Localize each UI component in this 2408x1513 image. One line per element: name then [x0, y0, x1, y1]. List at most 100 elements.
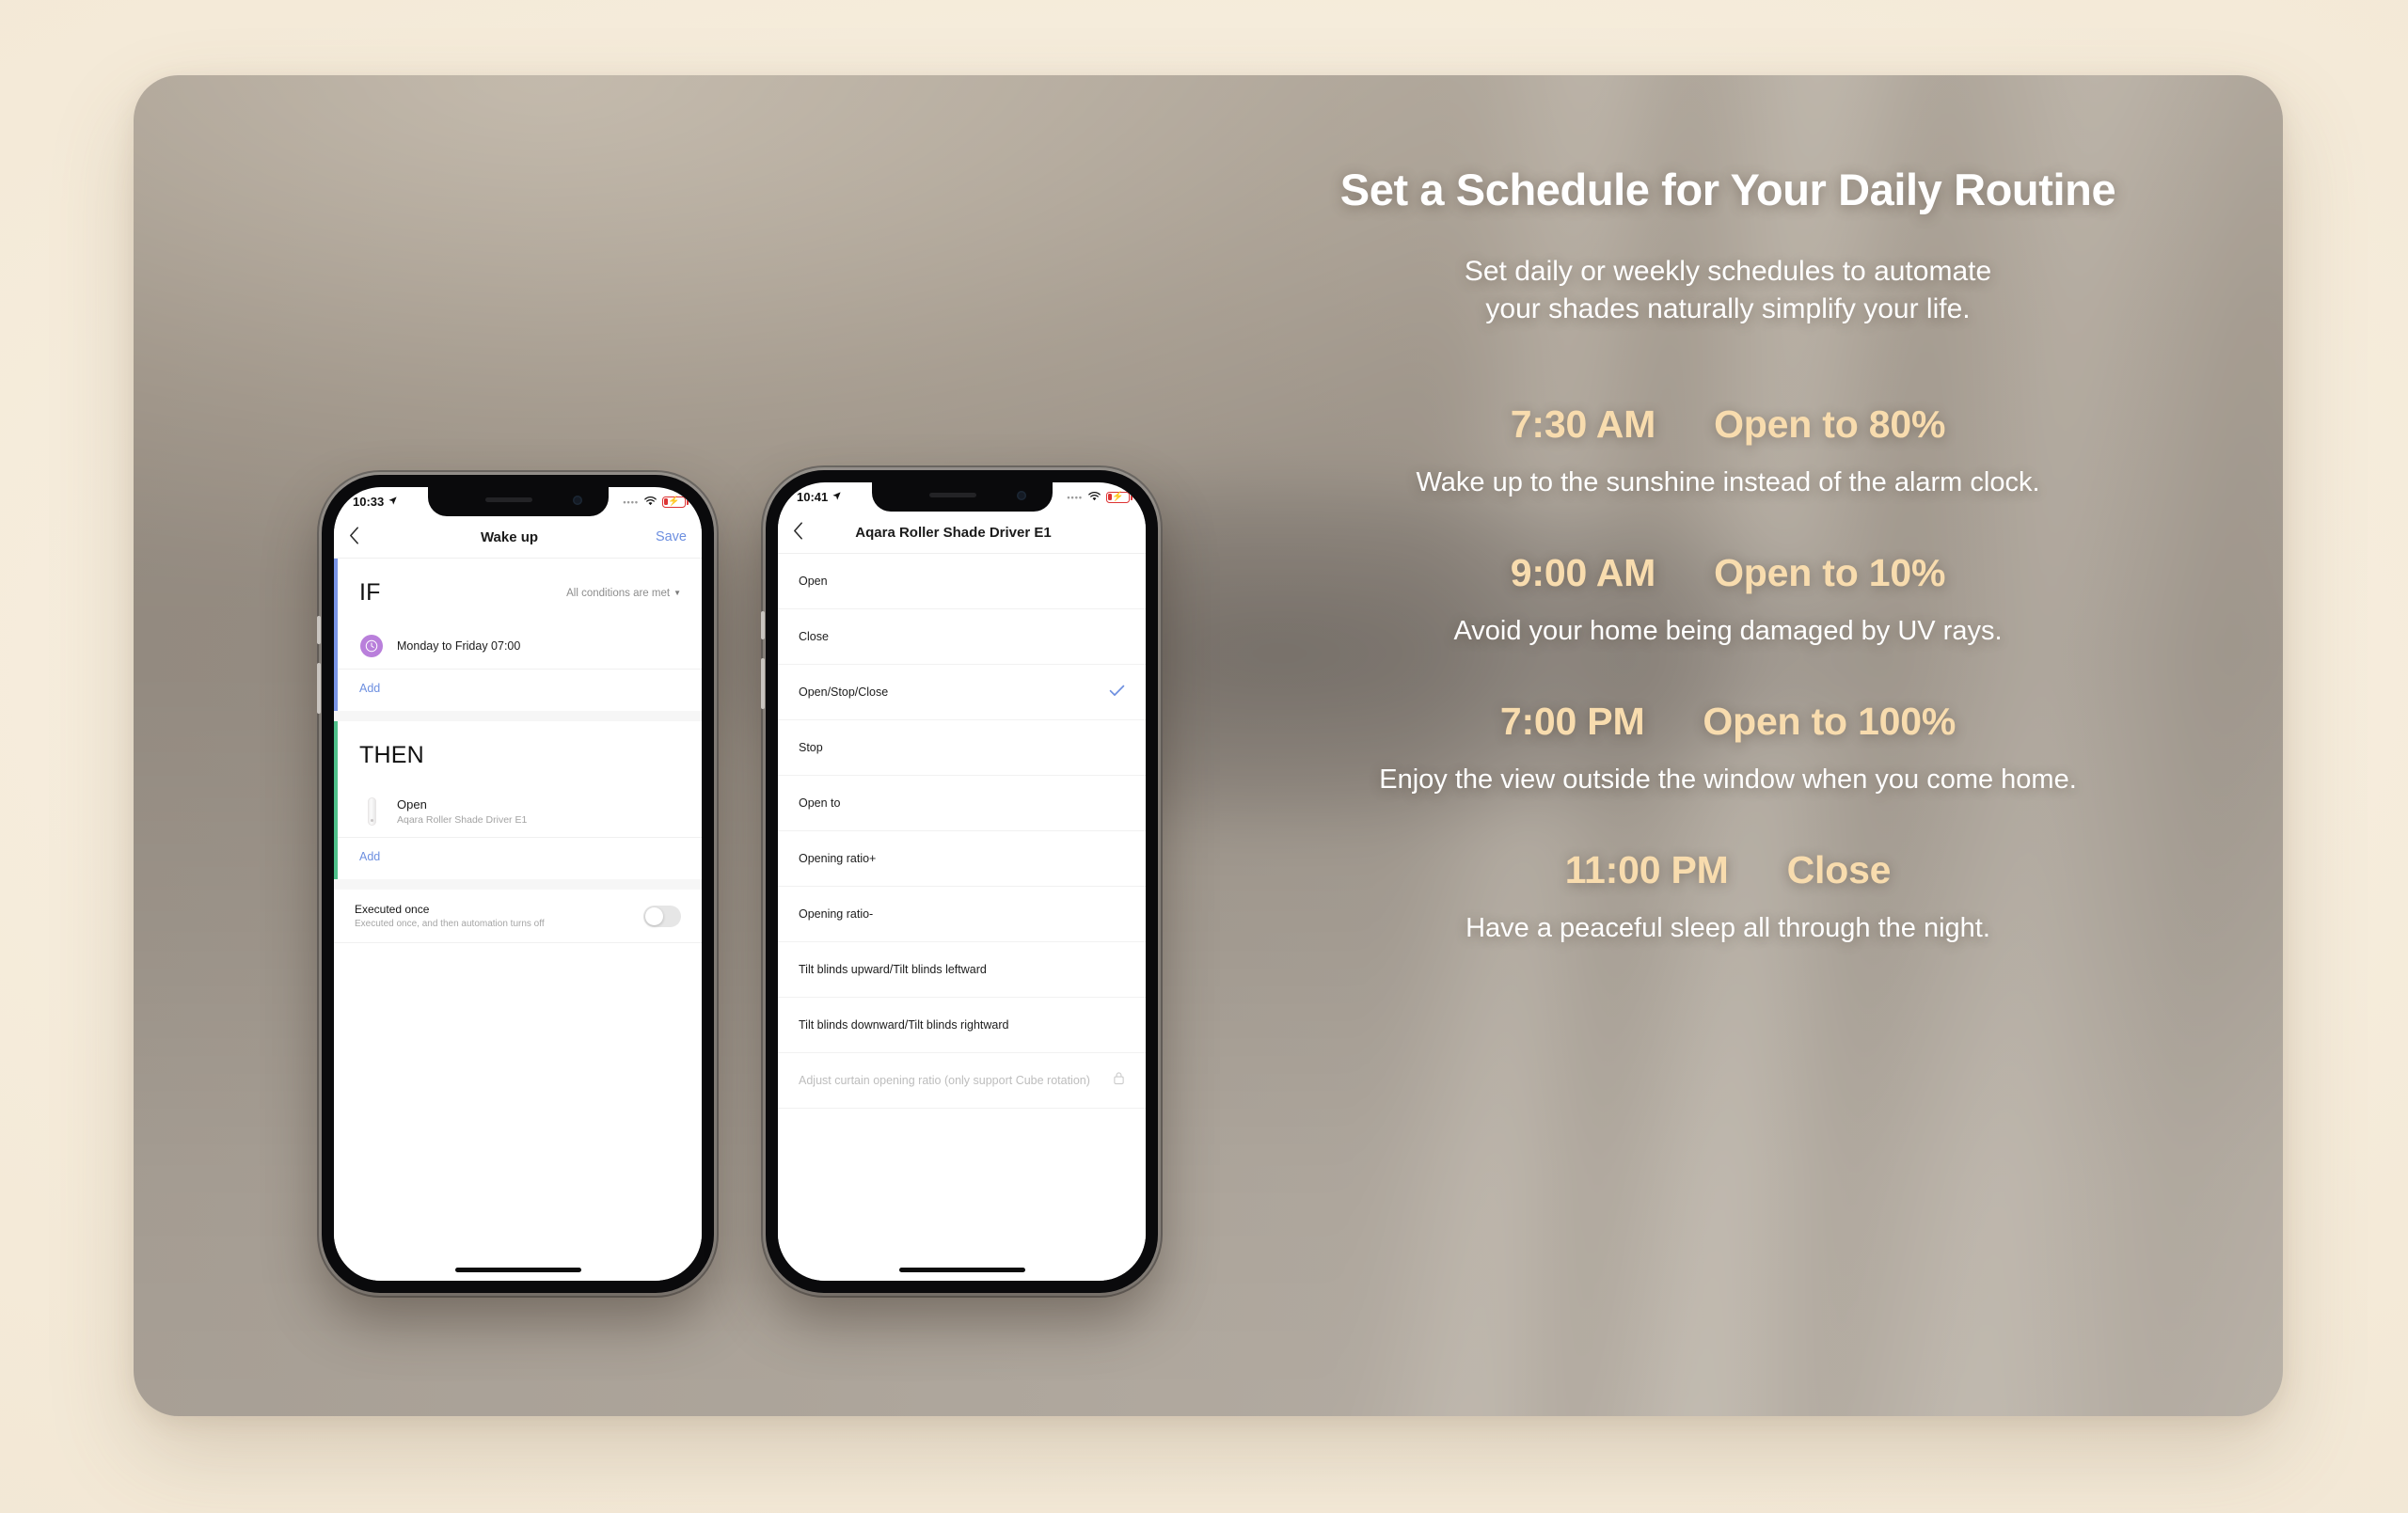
list-item[interactable]: Tilt blinds downward/Tilt blinds rightwa… [778, 998, 1146, 1053]
action-row[interactable]: Open Aqara Roller Shade Driver E1 [334, 786, 702, 838]
list-item-label: Opening ratio+ [799, 851, 877, 865]
lock-icon [1113, 1071, 1125, 1090]
then-label: THEN [359, 742, 424, 768]
action-title: Open [397, 797, 427, 812]
toggle-knob [645, 906, 663, 925]
schedule-action: Close [1786, 848, 1892, 892]
page-title: Wake up [480, 528, 539, 545]
then-section-header: THEN [334, 721, 702, 786]
list-item-label: Tilt blinds upward/Tilt blinds leftward [799, 962, 987, 976]
page-subtitle: Set daily or weekly schedules to automat… [1173, 253, 2283, 327]
save-button[interactable]: Save [643, 529, 687, 544]
action-text: Open Aqara Roller Shade Driver E1 [397, 797, 681, 826]
trigger-row[interactable]: Monday to Friday 07:00 [334, 623, 702, 670]
action-icon-wrap [359, 797, 384, 826]
status-left: 10:33 [353, 495, 398, 509]
if-add-button[interactable]: Add [334, 670, 702, 711]
schedule-time: 7:30 AM [1510, 402, 1656, 447]
schedule-description: Avoid your home being damaged by UV rays… [1453, 616, 2003, 647]
caret-down-icon: ▼ [673, 589, 681, 597]
schedule-action: Open to 10% [1714, 551, 1946, 595]
action-option-list: Open Close Open/Stop/Close Stop Open to … [778, 554, 1146, 1281]
section-divider [334, 879, 702, 890]
trigger-text: Monday to Friday 07:00 [397, 639, 681, 653]
executed-once-row[interactable]: Executed once Executed once, and then au… [334, 890, 702, 943]
list-item[interactable]: Open/Stop/Close [778, 665, 1146, 720]
trigger-icon-wrap [359, 635, 384, 657]
schedule-description: Have a peaceful sleep all through the ni… [1465, 913, 1990, 944]
list-item[interactable]: Open to [778, 776, 1146, 831]
phone2-nav-bar: Aqara Roller Shade Driver E1 [778, 512, 1146, 554]
executed-once-text: Executed once Executed once, and then au… [355, 903, 545, 929]
schedule-item: 9:00 AM Open to 10% Avoid your home bein… [1173, 551, 2283, 647]
location-arrow-icon [388, 495, 398, 509]
phone1-nav-bar: Wake up Save [334, 516, 702, 559]
condition-mode-selector[interactable]: All conditions are met ▼ [566, 588, 681, 599]
page-title: Aqara Roller Shade Driver E1 [855, 524, 1052, 541]
schedule-item: 11:00 PM Close Have a peaceful sleep all… [1173, 848, 2283, 944]
page-title: Set a Schedule for Your Daily Routine [1339, 165, 2116, 214]
schedule-item-heading: 11:00 PM Close [1173, 848, 2283, 892]
list-item-label: Close [799, 629, 829, 643]
status-right: •••• ⚡ [1067, 490, 1133, 504]
then-section: THEN Open Aqara Roller Shade Driver E1 A… [334, 721, 702, 879]
checkmark-icon [1109, 685, 1125, 701]
wifi-icon [1087, 490, 1101, 504]
location-arrow-icon [832, 490, 842, 504]
phone2-status-bar: 10:41 •••• ⚡ [778, 482, 1146, 512]
schedule-item-heading: 7:00 PM Open to 100% [1173, 700, 2283, 744]
executed-once-toggle[interactable] [643, 905, 681, 927]
condition-mode-label: All conditions are met [566, 587, 671, 599]
schedule-item: 7:00 PM Open to 100% Enjoy the view outs… [1173, 700, 2283, 796]
schedule-action: Open to 80% [1714, 402, 1946, 447]
list-item-label: Stop [799, 740, 823, 754]
list-item[interactable]: Open [778, 554, 1146, 609]
home-indicator [454, 1268, 581, 1272]
phone-mockup-action-list: 10:41 •••• ⚡ Aqara Roller Shade Driver E… [761, 470, 1158, 1293]
schedule-action: Open to 100% [1703, 700, 1956, 744]
subtitle-line-2: your shades naturally simplify your life… [1485, 292, 1971, 324]
list-item[interactable]: Tilt blinds upward/Tilt blinds leftward [778, 942, 1146, 998]
list-item-label: Open [799, 574, 828, 588]
list-item[interactable]: Close [778, 609, 1146, 665]
schedule-time: 11:00 PM [1564, 848, 1729, 892]
list-item-locked: Adjust curtain opening ratio (only suppo… [778, 1053, 1146, 1109]
phone1-screen: 10:33 •••• ⚡ Wake up Save IF All conditi… [334, 487, 702, 1281]
battery-charging-icon: ⚡ [1106, 491, 1133, 503]
if-section: IF All conditions are met ▼ Monday to Fr… [334, 559, 702, 711]
status-left: 10:41 [797, 490, 842, 504]
schedule-description: Wake up to the sunshine instead of the a… [1416, 467, 2040, 498]
status-time: 10:41 [797, 490, 829, 504]
back-button[interactable] [349, 526, 375, 548]
phone-mockup-automation: 10:33 •••• ⚡ Wake up Save IF All conditi… [317, 475, 714, 1293]
if-section-header: IF All conditions are met ▼ [334, 559, 702, 623]
home-indicator [898, 1268, 1025, 1272]
signal-dots-icon: •••• [623, 496, 639, 507]
phone2-screen: 10:41 •••• ⚡ Aqara Roller Shade Driver E… [778, 482, 1146, 1281]
schedule-item-heading: 7:30 AM Open to 80% [1173, 402, 2283, 447]
trigger-label: Monday to Friday 07:00 [397, 639, 521, 653]
schedule-list: 7:30 AM Open to 80% Wake up to the sunsh… [1173, 402, 2283, 944]
executed-once-subtitle: Executed once, and then automation turns… [355, 919, 545, 929]
battery-charging-icon: ⚡ [662, 496, 689, 508]
list-item[interactable]: Opening ratio+ [778, 831, 1146, 887]
subtitle-line-1: Set daily or weekly schedules to automat… [1464, 256, 1992, 288]
schedule-time: 9:00 AM [1510, 551, 1656, 595]
schedule-time: 7:00 PM [1499, 700, 1645, 744]
list-item[interactable]: Opening ratio- [778, 887, 1146, 942]
action-device-name: Aqara Roller Shade Driver E1 [397, 814, 528, 826]
then-add-button[interactable]: Add [334, 838, 702, 879]
executed-once-title: Executed once [355, 903, 430, 916]
wifi-icon [643, 495, 657, 509]
list-item-label: Tilt blinds downward/Tilt blinds rightwa… [799, 1017, 1009, 1032]
list-item-label: Opening ratio- [799, 906, 874, 921]
list-item-label: Open/Stop/Close [799, 685, 889, 699]
if-label: IF [359, 579, 381, 606]
section-divider [334, 711, 702, 721]
then-accent-bar [334, 721, 338, 879]
if-accent-bar [334, 559, 338, 711]
back-button[interactable] [793, 521, 819, 544]
list-item[interactable]: Stop [778, 720, 1146, 776]
phone1-status-bar: 10:33 •••• ⚡ [334, 487, 702, 516]
list-item-label: Adjust curtain opening ratio (only suppo… [799, 1073, 1090, 1087]
